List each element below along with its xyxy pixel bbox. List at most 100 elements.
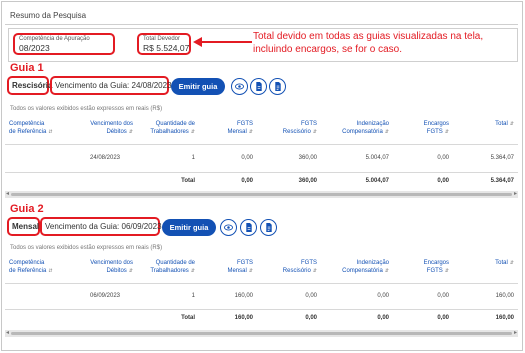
sort-icon[interactable]: ⇵ (249, 129, 253, 135)
column-header-text: Débitos (106, 129, 127, 135)
scroll-left-icon[interactable]: ◂ (6, 191, 9, 198)
column-header-text: Quantidade de (155, 260, 195, 266)
column-header-text: FGTS (301, 260, 317, 266)
sort-icon[interactable]: ⇵ (191, 268, 195, 274)
col-quantidade-header[interactable]: Quantidade de Trabalhadores ⇵ (137, 257, 199, 283)
col-total-header[interactable]: Total ⇵ (453, 257, 518, 283)
col-competencia-header[interactable]: Competência de Referência ⇵ (5, 257, 73, 283)
cell: 0,00 (199, 171, 257, 189)
scroll-left-icon[interactable]: ◂ (6, 330, 9, 337)
column-header-text: FGTS (237, 121, 253, 127)
file-text-icon (265, 223, 272, 232)
col-indenizacao-header[interactable]: Indenização Compensatória ⇵ (321, 118, 393, 144)
cell: 160,00 (453, 308, 518, 326)
guia-2-emitir-button[interactable]: Emitir guia (162, 219, 216, 236)
cell: Total (137, 171, 199, 189)
sort-icon[interactable]: ⇵ (313, 129, 317, 135)
column-header-text: Rescisório (282, 129, 311, 135)
column-header-text: de Referência (9, 268, 47, 274)
sort-icon[interactable]: ⇵ (510, 121, 514, 127)
guia-1-document-button[interactable] (250, 78, 267, 95)
sort-icon[interactable]: ⇵ (129, 268, 133, 274)
col-indenizacao-header[interactable]: Indenização Compensatória ⇵ (321, 257, 393, 283)
file-text-icon (274, 82, 281, 91)
scroll-right-icon[interactable]: ▸ (514, 191, 517, 198)
guia-1-horizontal-scrollbar[interactable]: ◂ ▸ (5, 191, 518, 198)
cell: 0,00 (257, 282, 321, 309)
cell: 1 (137, 143, 199, 172)
column-header-text: Encargos (423, 260, 449, 266)
total-row: Total 0,00 360,00 5.004,07 0,00 5.364,07 (5, 171, 518, 189)
col-fgts-mensal-header[interactable]: FGTS Mensal ⇵ (199, 257, 257, 283)
guia-2-pdf-button[interactable] (260, 219, 277, 236)
file-icon (255, 82, 262, 91)
annotation-arrow-icon (193, 37, 252, 47)
cell: 0,00 (321, 282, 393, 309)
cell: 0,00 (393, 282, 453, 309)
column-header-text: Total (495, 260, 508, 266)
sort-icon[interactable]: ⇵ (385, 268, 389, 274)
cell: Total (137, 308, 199, 326)
col-total-header[interactable]: Total ⇵ (453, 118, 518, 144)
sort-icon[interactable]: ⇵ (313, 268, 317, 274)
column-header-text: Mensal (227, 129, 247, 135)
guia-2-horizontal-scrollbar[interactable]: ◂ ▸ (5, 330, 518, 337)
cell (5, 143, 73, 172)
cell (5, 171, 73, 189)
cell: 5.004,07 (321, 171, 393, 189)
col-encargos-header[interactable]: Encargos FGTS ⇵ (393, 257, 453, 283)
competencia-box: Competência de Apuração 08/2023 (13, 33, 115, 55)
col-fgts-mensal-header[interactable]: FGTS Mensal ⇵ (199, 118, 257, 144)
column-header-text: Total (495, 121, 508, 127)
cell (73, 308, 137, 326)
guia-1-view-button[interactable] (231, 78, 248, 95)
cell: 360,00 (257, 143, 321, 172)
scroll-right-icon[interactable]: ▸ (514, 330, 517, 337)
eye-icon (235, 83, 244, 90)
total-devedor-label: Total Devedor (143, 36, 181, 42)
eye-icon (224, 224, 233, 231)
sort-icon[interactable]: ⇵ (249, 268, 253, 274)
sort-icon[interactable]: ⇵ (129, 129, 133, 135)
title-divider (5, 24, 518, 25)
sort-icon[interactable]: ⇵ (510, 260, 514, 266)
sort-icon[interactable]: ⇵ (445, 268, 449, 274)
col-fgts-rescisorio-header[interactable]: FGTS Rescisório ⇵ (257, 118, 321, 144)
sort-icon[interactable]: ⇵ (445, 129, 449, 135)
sort-icon[interactable]: ⇵ (385, 129, 389, 135)
guia-1-emitir-button[interactable]: Emitir guia (171, 78, 225, 95)
sort-icon[interactable]: ⇵ (191, 129, 195, 135)
column-header-text: Indenização (356, 260, 389, 266)
cell (73, 171, 137, 189)
column-header-text: Débitos (106, 268, 127, 274)
column-header-text: de Referência (9, 129, 47, 135)
column-header-text: Mensal (227, 268, 247, 274)
guia-2-document-button[interactable] (240, 219, 257, 236)
sort-icon[interactable]: ⇵ (48, 268, 52, 274)
cell: 24/08/2023 (73, 143, 137, 172)
guia-2-view-button[interactable] (220, 219, 237, 236)
guia-2-header-row: Competência de Referência ⇵ Vencimento dos… (5, 257, 518, 283)
scroll-thumb[interactable] (11, 332, 512, 335)
guia-1-heading: Guia 1 (10, 62, 44, 74)
file-icon (245, 223, 252, 232)
cell: 1 (137, 282, 199, 309)
guia-1-header-row: Competência de Referência ⇵ Vencimento dos… (5, 118, 518, 144)
page-title: Resumo da Pesquisa (10, 11, 87, 20)
column-header-text: Trabalhadores (150, 268, 189, 274)
cell: 0,00 (393, 308, 453, 326)
col-vencimento-header[interactable]: Vencimento dos Débitos ⇵ (73, 257, 137, 283)
column-header-text: Encargos (423, 121, 449, 127)
col-competencia-header[interactable]: Competência de Referência ⇵ (5, 118, 73, 144)
col-fgts-rescisorio-header[interactable]: FGTS Rescisório ⇵ (257, 257, 321, 283)
sort-icon[interactable]: ⇵ (48, 129, 52, 135)
scroll-thumb[interactable] (11, 193, 512, 196)
guia-1-vencimento: Vencimento da Guia: 24/08/2023 (50, 76, 172, 95)
col-encargos-header[interactable]: Encargos FGTS ⇵ (393, 118, 453, 144)
col-vencimento-header[interactable]: Vencimento dos Débitos ⇵ (73, 118, 137, 144)
guia-1-pdf-button[interactable] (269, 78, 286, 95)
column-header-text: Vencimento dos (90, 121, 133, 127)
col-quantidade-header[interactable]: Quantidade de Trabalhadores ⇵ (137, 118, 199, 144)
cell: 5.004,07 (321, 143, 393, 172)
total-devedor-value: R$ 5.524,07 (143, 43, 190, 53)
